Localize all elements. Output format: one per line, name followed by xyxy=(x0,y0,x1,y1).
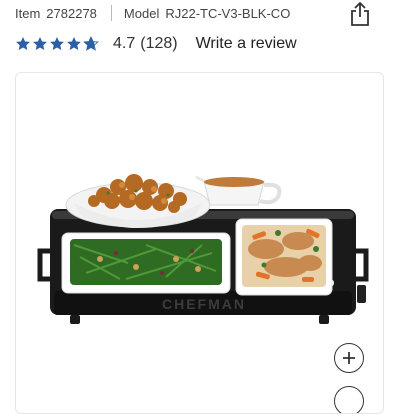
star-icon xyxy=(67,37,81,50)
write-review-link[interactable]: Write a review xyxy=(196,35,297,53)
image-nav-button[interactable] xyxy=(334,386,364,413)
share-icon xyxy=(351,2,369,26)
star-icon xyxy=(16,37,30,50)
review-count[interactable]: (128) xyxy=(140,35,177,53)
rating-value: 4.7 xyxy=(113,35,136,52)
product-meta: Item 2782278 Model RJ22-TC-V3-BLK-CO xyxy=(15,3,290,23)
product-image[interactable]: CHEFMAN xyxy=(16,73,383,413)
item-label: Item xyxy=(15,5,41,21)
brand-logo: CHEFMAN xyxy=(162,296,246,312)
zoom-button[interactable] xyxy=(334,343,364,373)
meta-divider xyxy=(110,5,112,21)
model-label: Model xyxy=(123,5,160,21)
share-button[interactable] xyxy=(348,0,372,28)
star-icon xyxy=(33,37,47,50)
star-half-icon xyxy=(83,36,99,51)
star-icon xyxy=(50,37,64,50)
rating-row: 4.7 (128) Write a review xyxy=(15,32,297,56)
plus-icon xyxy=(343,352,355,364)
item-number: 2782278 xyxy=(46,5,97,21)
star-rating[interactable] xyxy=(15,36,99,52)
product-image-card: CHEFMAN xyxy=(15,72,384,414)
model-number: RJ22-TC-V3-BLK-CO xyxy=(165,5,291,21)
